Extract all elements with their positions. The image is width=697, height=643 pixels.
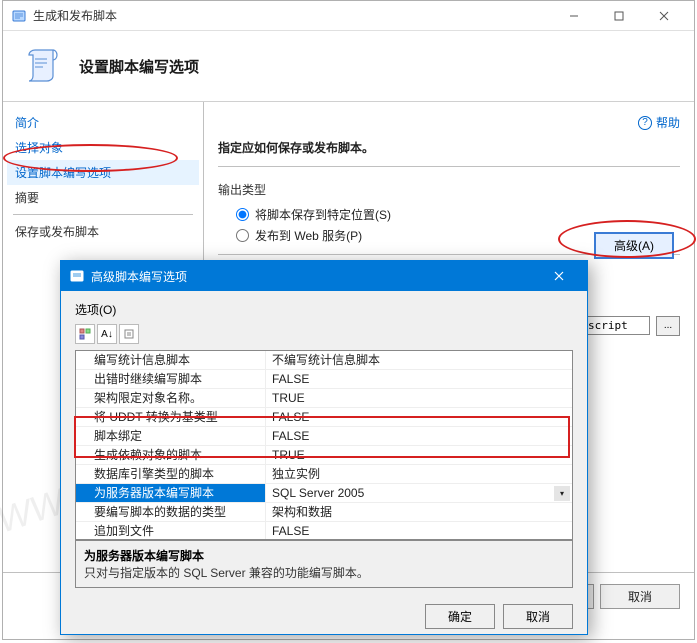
dialog-close-button[interactable] xyxy=(539,262,579,290)
dialog-ok-button[interactable]: 确定 xyxy=(425,604,495,629)
content-header: 设置脚本编写选项 xyxy=(3,31,694,102)
radio-save-location[interactable]: 将脚本保存到特定位置(S) xyxy=(236,206,680,223)
sidebar-item-save[interactable]: 保存或发布脚本 xyxy=(7,219,199,244)
sidebar-item-options[interactable]: 设置脚本编写选项 xyxy=(7,160,199,185)
prop-val[interactable]: TRUE xyxy=(266,389,572,408)
prop-key[interactable]: 出错时继续编写脚本 xyxy=(76,370,266,389)
script-icon xyxy=(21,45,63,87)
description-text: 只对与指定版本的 SQL Server 兼容的功能编写脚本。 xyxy=(84,564,564,581)
advanced-dialog: 高级脚本编写选项 选项(O) A↓ 编写统计信息脚本不编写统计信息脚本 出错时继… xyxy=(60,260,588,635)
prop-key[interactable]: 架构限定对象名称。 xyxy=(76,389,266,408)
sidebar-divider xyxy=(13,214,193,215)
title-bar: 生成和发布脚本 xyxy=(3,1,694,31)
advanced-button[interactable]: 高级(A) xyxy=(594,232,674,259)
sidebar-item-select[interactable]: 选择对象 xyxy=(7,135,199,160)
output-type-label: 输出类型 xyxy=(218,181,680,198)
close-button[interactable] xyxy=(641,2,686,30)
maximize-button[interactable] xyxy=(596,2,641,30)
prop-key[interactable]: 数据库引擎类型的脚本 xyxy=(76,465,266,484)
help-icon: ? xyxy=(638,116,652,130)
sidebar-item-intro[interactable]: 简介 xyxy=(7,110,199,135)
prop-key-data-type[interactable]: 要编写脚本的数据的类型 xyxy=(76,503,266,522)
browse-button[interactable]: ... xyxy=(656,316,680,336)
dialog-title: 高级脚本编写选项 xyxy=(91,268,539,285)
prop-key[interactable]: 追加到文件 xyxy=(76,522,266,540)
prop-key-server-version[interactable]: 为服务器版本编写脚本 xyxy=(76,484,266,503)
prop-val[interactable]: FALSE xyxy=(266,408,572,427)
prop-val[interactable]: 不编写统计信息脚本 xyxy=(266,351,572,370)
categorize-icon[interactable] xyxy=(75,324,95,344)
window-title: 生成和发布脚本 xyxy=(33,7,551,24)
properties-icon[interactable] xyxy=(119,324,139,344)
prop-val[interactable]: FALSE xyxy=(266,370,572,389)
page-title: 设置脚本编写选项 xyxy=(79,56,199,77)
prop-val[interactable]: FALSE xyxy=(266,522,572,540)
prop-val-data-type[interactable]: 架构和数据 xyxy=(266,503,572,522)
prop-val-server-version[interactable]: SQL Server 2005▾ xyxy=(266,484,572,503)
options-toolbar: A↓ xyxy=(75,324,573,344)
dialog-cancel-button[interactable]: 取消 xyxy=(503,604,573,629)
description-title: 为服务器版本编写脚本 xyxy=(84,547,564,564)
prop-key[interactable]: 脚本绑定 xyxy=(76,427,266,446)
prop-val[interactable]: 独立实例 xyxy=(266,465,572,484)
prop-val[interactable]: FALSE xyxy=(266,427,572,446)
instruction-text: 指定应如何保存或发布脚本。 xyxy=(218,139,680,156)
property-grid[interactable]: 编写统计信息脚本不编写统计信息脚本 出错时继续编写脚本FALSE 架构限定对象名… xyxy=(75,350,573,540)
options-label: 选项(O) xyxy=(75,301,573,318)
prop-key[interactable]: 生成依赖对象的脚本 xyxy=(76,446,266,465)
prop-key[interactable]: 将 UDDT 转换为基类型 xyxy=(76,408,266,427)
description-box: 为服务器版本编写脚本 只对与指定版本的 SQL Server 兼容的功能编写脚本… xyxy=(75,540,573,588)
help-link[interactable]: 帮助 xyxy=(656,114,680,131)
minimize-button[interactable] xyxy=(551,2,596,30)
chevron-down-icon[interactable]: ▾ xyxy=(554,486,570,501)
dialog-title-bar: 高级脚本编写选项 xyxy=(61,261,587,291)
prop-key[interactable]: 编写统计信息脚本 xyxy=(76,351,266,370)
cancel-button[interactable]: 取消 xyxy=(600,584,680,609)
prop-val[interactable]: TRUE xyxy=(266,446,572,465)
sort-az-icon[interactable]: A↓ xyxy=(97,324,117,344)
sidebar-item-summary[interactable]: 摘要 xyxy=(7,185,199,210)
app-icon xyxy=(11,8,27,24)
dialog-icon xyxy=(69,268,85,284)
